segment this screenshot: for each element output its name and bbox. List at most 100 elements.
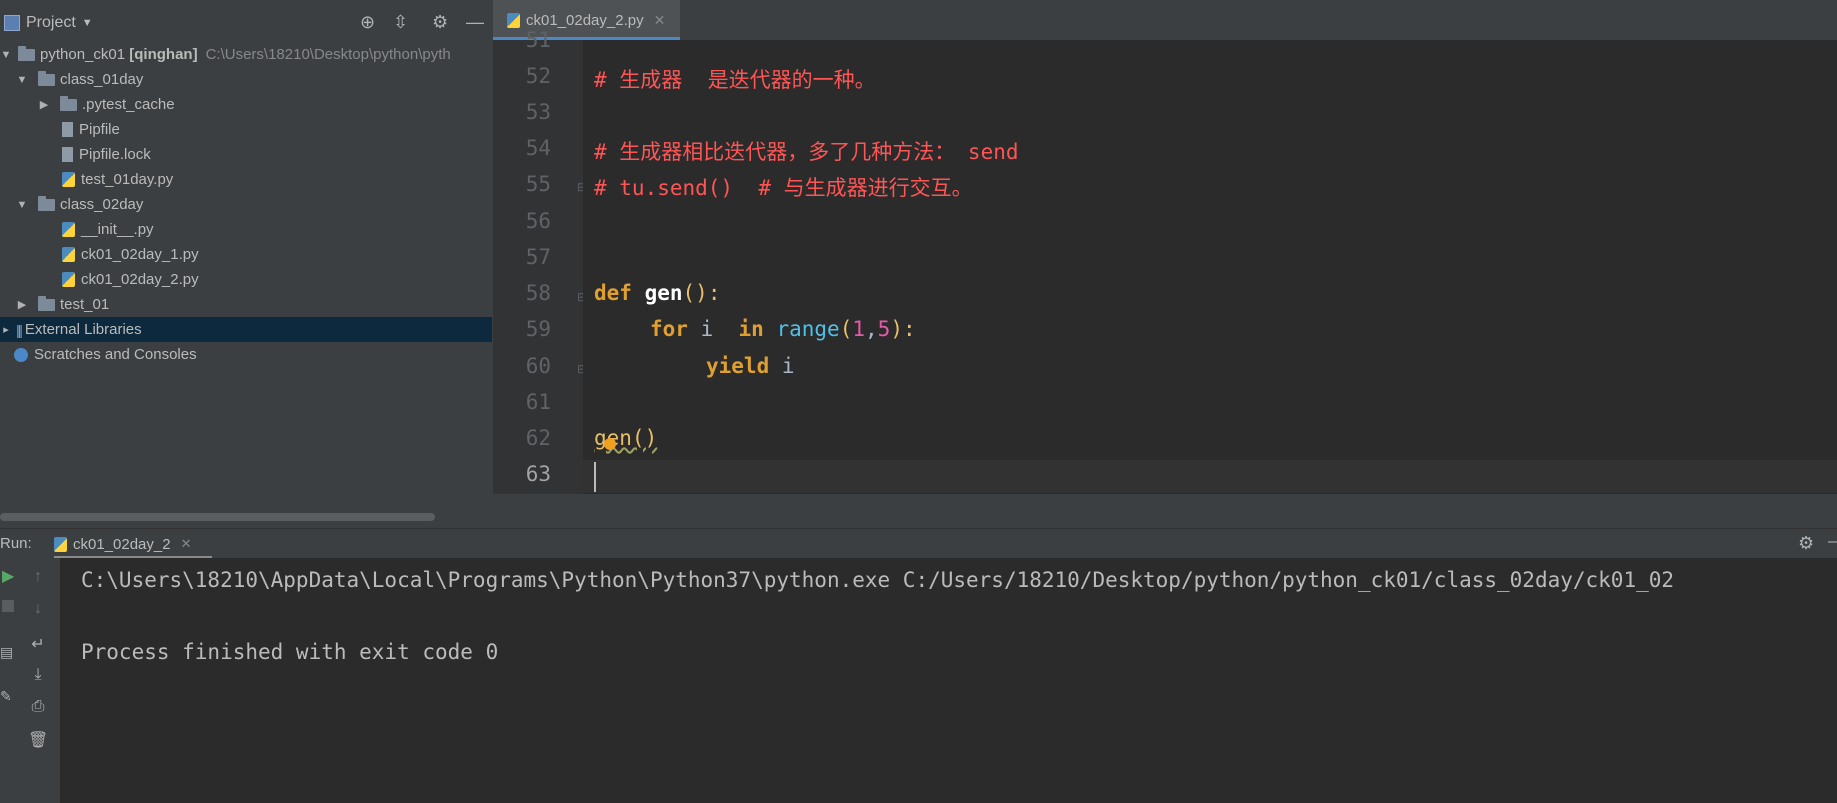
code-editor[interactable] (583, 40, 1837, 494)
gear-icon[interactable]: ⚙ (432, 12, 448, 33)
close-icon[interactable]: ✕ (654, 12, 666, 29)
python-file-icon (62, 172, 75, 187)
tree-item-label: .pytest_cache (82, 96, 175, 113)
gear-icon[interactable]: ⚙ (1798, 533, 1814, 554)
tree-item-external-libraries[interactable]: ▸ ||| External Libraries (0, 317, 492, 342)
run-panel-header: Run: ck01_02day_2 ✕ ⚙ — (0, 528, 1837, 559)
arrow-down-icon[interactable]: ↓ (28, 600, 48, 618)
project-view-selector[interactable]: Project ▼ (4, 14, 93, 32)
chevron-right-icon[interactable]: ▶ (16, 298, 28, 311)
tree-item-path: C:\Users\18210\Desktop\python\pyth (205, 46, 451, 63)
layout-icon[interactable]: ▤ (0, 644, 13, 661)
scratches-icon (14, 347, 28, 362)
tree-item-label: Scratches and Consoles (34, 346, 197, 363)
keyword-token: in (738, 317, 764, 341)
number-token: 1 (852, 317, 865, 341)
chevron-down-icon[interactable]: ▼ (16, 74, 28, 86)
python-file-icon (507, 12, 520, 28)
chevron-right-icon[interactable]: ▸ (0, 323, 12, 336)
folder-icon (60, 95, 77, 111)
tree-item-label: Pipfile.lock (79, 146, 151, 163)
python-file-icon (54, 536, 67, 552)
print-icon[interactable]: ⎙ (28, 698, 48, 716)
tree-item-pipfile-lock[interactable]: Pipfile.lock (0, 142, 554, 167)
project-panel: Project ▼ ⊕ ⇳ ⚙ — ▼ python_ck01 [qinghan… (0, 0, 492, 527)
tree-item-label: __init__.py (81, 221, 154, 238)
variable-token: i (687, 317, 739, 341)
tree-item-pipfile[interactable]: Pipfile (0, 117, 554, 142)
tree-item-class_02day[interactable]: ▼ class_02day (0, 192, 508, 217)
chevron-down-icon[interactable]: ▼ (0, 49, 12, 61)
folder-icon (38, 70, 55, 86)
line-number: 62 (525, 426, 551, 450)
project-panel-header: Project ▼ ⊕ ⇳ ⚙ — (0, 0, 492, 46)
code-line-62: gen() (594, 426, 658, 450)
tree-item-test_01[interactable]: ▶ test_01 (0, 292, 508, 317)
tree-item-scratches[interactable]: Scratches and Consoles (0, 342, 506, 367)
tree-item-label: Pipfile (79, 121, 120, 138)
code-line-52: # 生成器 是迭代器的一种。 (594, 68, 876, 92)
code-line-54: # 生成器相比迭代器，多了几种方法： send (594, 140, 1019, 164)
line-number: 51 (525, 28, 551, 52)
locate-icon[interactable]: ⊕ (360, 12, 375, 33)
run-console-output[interactable] (60, 558, 1837, 803)
tab-run-ck01_02day_2[interactable]: ck01_02day_2 ✕ (54, 529, 192, 559)
number-token: 5 (877, 317, 891, 341)
close-icon[interactable]: ✕ (181, 536, 192, 552)
variable-token: i (769, 354, 795, 378)
tree-item-pytest-cache[interactable]: ▶ .pytest_cache (0, 92, 530, 117)
project-title: Project (26, 14, 76, 31)
run-toolbar: ▶ ▤ ✎ ↑ ↓ ↵ ⤓ ⎙ 🗑 (0, 558, 60, 803)
package-folder-icon (38, 295, 55, 311)
tree-item-init[interactable]: __init__.py (0, 217, 554, 242)
line-number-current: 63 (525, 462, 551, 486)
tree-item-label: ck01_02day_2.py (81, 271, 199, 288)
tree-item-ck01_02day_1[interactable]: ck01_02day_1.py (0, 242, 554, 267)
project-icon (4, 15, 20, 31)
keyword-token: for (650, 317, 688, 341)
tree-item-test_01day[interactable]: test_01day.py (0, 167, 554, 192)
line-number: 61 (525, 390, 551, 414)
tree-item-python_ck01[interactable]: ▼ python_ck01 [qinghan] C:\Users\18210\D… (0, 42, 492, 67)
code-line-58: def gen(): (594, 281, 720, 305)
tree-item-module-tag: [qinghan] (129, 46, 198, 63)
chevron-right-icon[interactable]: ▶ (38, 98, 50, 111)
minimize-icon[interactable]: — (466, 12, 484, 33)
scroll-to-end-icon[interactable]: ⤓ (28, 666, 48, 684)
tab-label: ck01_02day_2.py (526, 11, 644, 29)
builtin-token: range (776, 317, 840, 341)
keyword-token: def (594, 281, 632, 305)
intention-bulb-icon[interactable] (604, 438, 616, 450)
console-output-line: C:\Users\18210\AppData\Local\Programs\Py… (81, 568, 1675, 592)
console-output-line: Process finished with exit code 0 (81, 640, 499, 664)
minimize-icon[interactable]: — (1828, 533, 1837, 551)
soft-wrap-icon[interactable]: ↵ (28, 634, 48, 654)
line-number: 55 (525, 172, 551, 196)
project-horizontal-scrollbar[interactable] (0, 513, 435, 521)
run-tab-label: ck01_02day_2 (73, 535, 171, 553)
editor-gutter: 51 52 53 54 55 56 57 58 59 60 61 62 63 ⊟… (493, 28, 587, 494)
stop-icon[interactable] (2, 600, 14, 612)
tree-item-class_01day[interactable]: ▼ class_01day (0, 67, 508, 92)
line-number: 56 (525, 209, 551, 233)
tree-item-label: External Libraries (24, 321, 142, 338)
code-line-59: for i in range(1,5): (650, 317, 916, 341)
collapse-all-icon[interactable]: ⇳ (393, 12, 408, 33)
rerun-icon[interactable]: ▶ (2, 566, 14, 586)
tree-item-label: test_01 (60, 296, 110, 313)
chevron-down-icon[interactable]: ▼ (16, 199, 28, 211)
arrow-up-icon[interactable]: ↑ (28, 568, 48, 586)
python-file-icon (62, 222, 75, 237)
file-icon (62, 122, 73, 137)
code-line-60: yield i (706, 354, 795, 378)
tree-item-label: class_02day (60, 196, 144, 213)
python-file-icon (62, 247, 75, 262)
pin-icon[interactable]: ✎ (0, 688, 12, 705)
tree-item-ck01_02day_2[interactable]: ck01_02day_2.py (0, 267, 554, 292)
chevron-down-icon: ▼ (81, 17, 93, 29)
tree-item-label: test_01day.py (81, 171, 174, 188)
library-icon: ||| (16, 321, 23, 338)
trash-icon[interactable]: 🗑 (28, 730, 48, 750)
line-number: 58 (525, 281, 551, 305)
tree-item-label: ck01_02day_1.py (81, 246, 199, 263)
